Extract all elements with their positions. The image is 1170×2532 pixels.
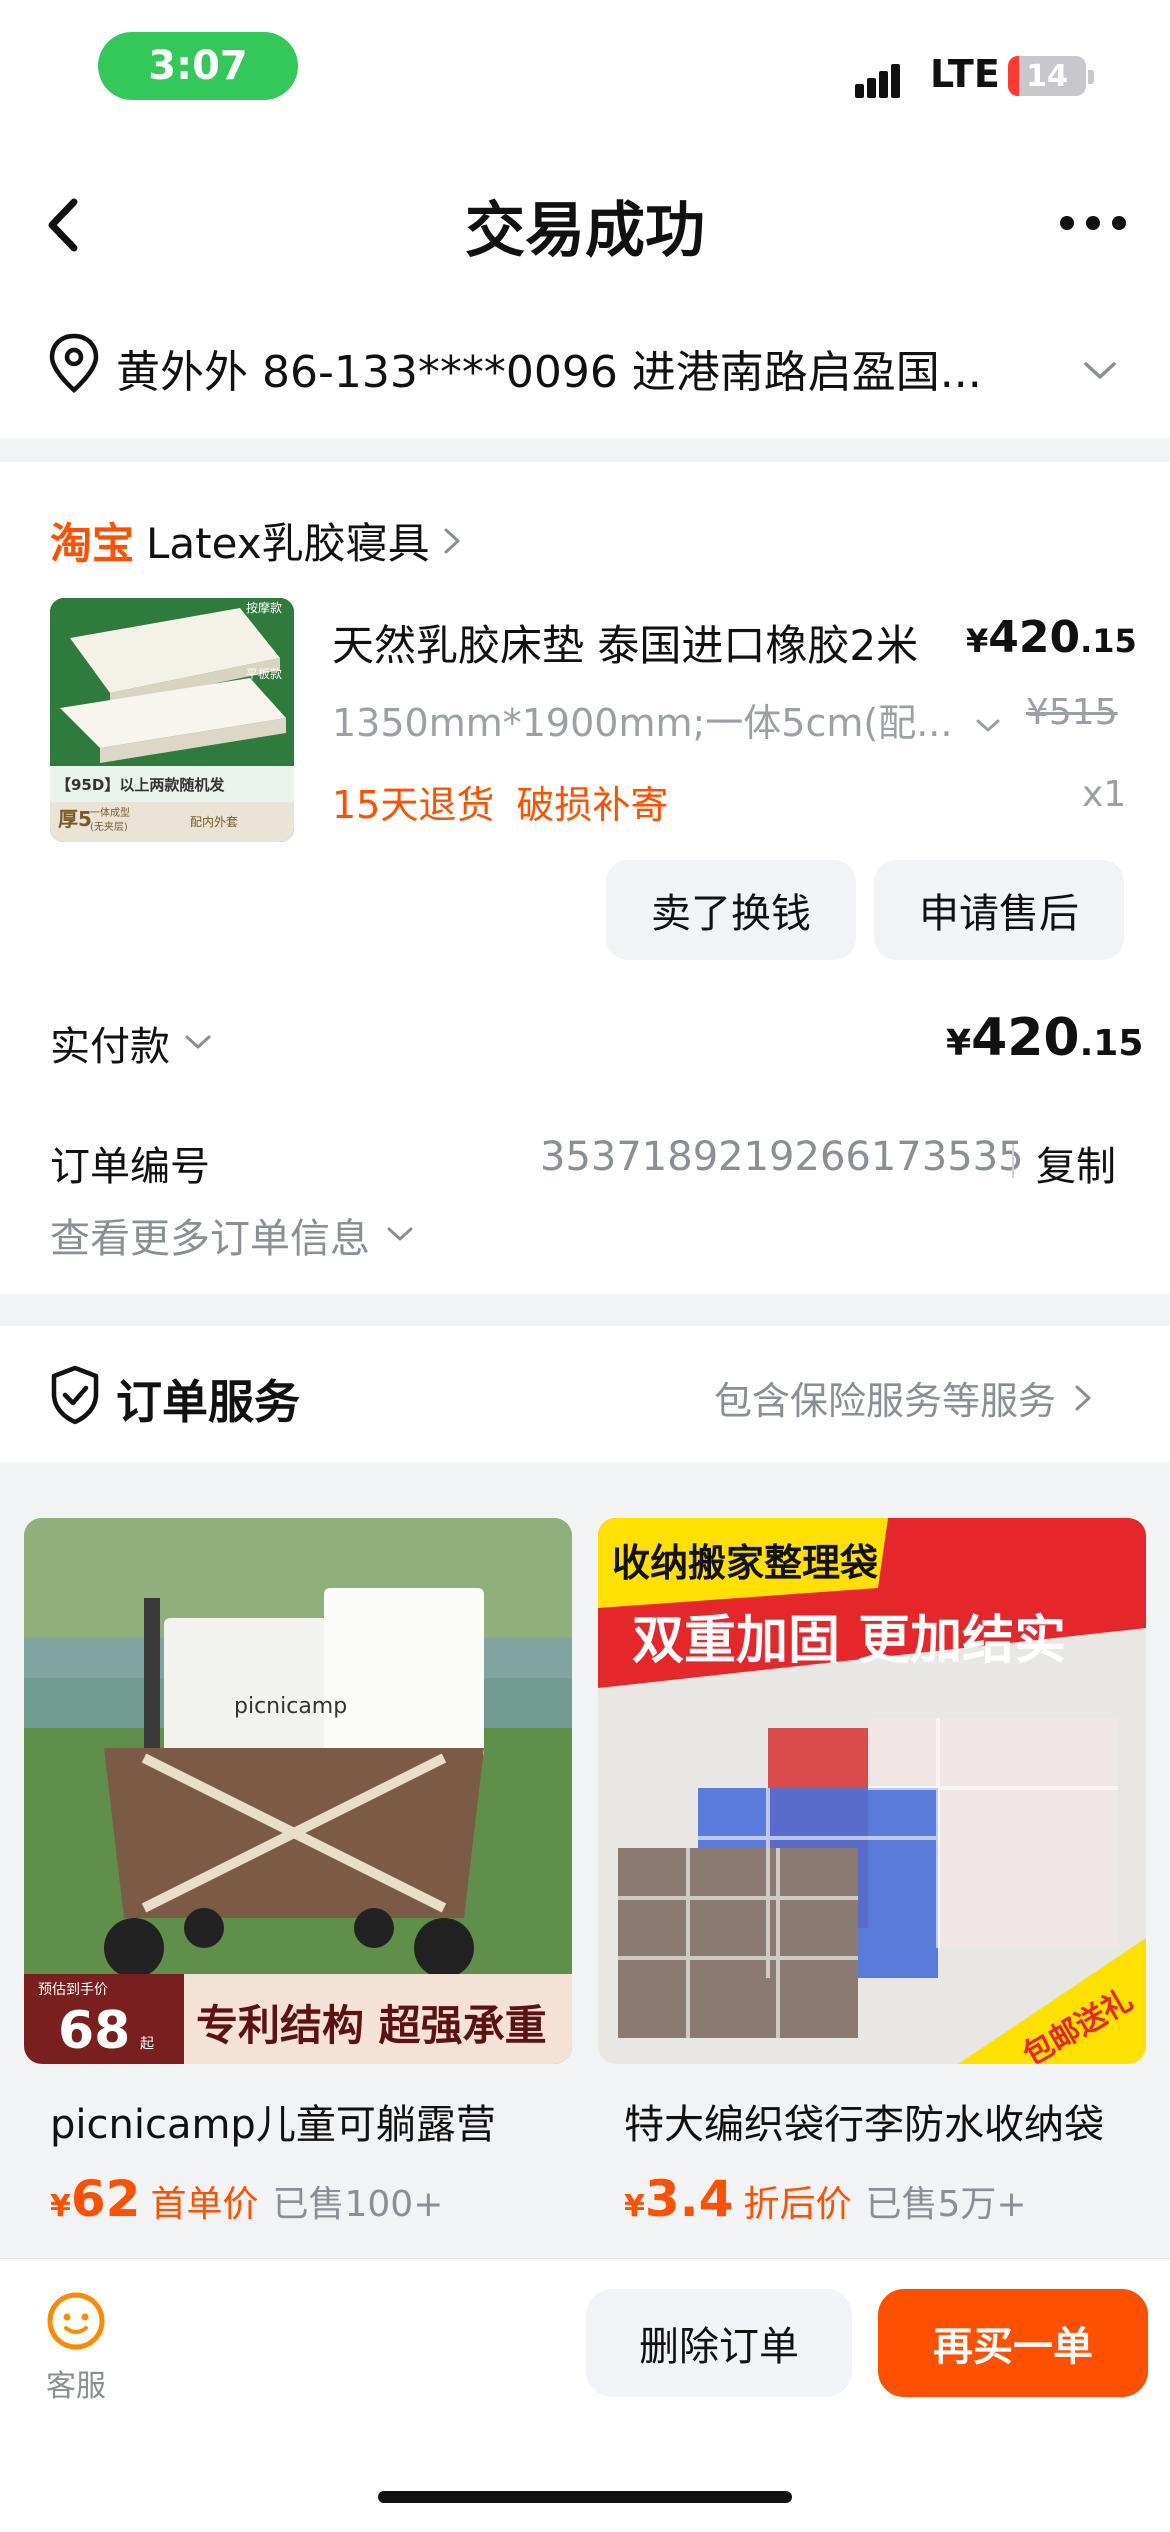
customer-service[interactable]: 客服 xyxy=(44,2291,108,2405)
product-price: ¥420.15 xyxy=(966,612,1137,663)
chevron-down-icon xyxy=(976,719,1000,731)
customer-service-label: 客服 xyxy=(46,2369,106,2404)
paid-dec: .15 xyxy=(1079,1023,1144,1064)
price-yen: ¥ xyxy=(966,622,989,660)
paid-int: 420 xyxy=(971,1008,1080,1068)
nav-bar: 交易成功 xyxy=(0,140,1170,310)
shop-name: Latex乳胶寝具 xyxy=(146,519,430,568)
yen-symbol: ¥ xyxy=(50,2189,71,2224)
recommend-price: 62 xyxy=(70,2170,141,2228)
product-title[interactable]: 天然乳胶床垫 泰国进口橡胶2米 xyxy=(332,612,918,673)
chevron-down-icon xyxy=(185,1035,211,1049)
rec2-img-slogan: 双重加固 更加结实 xyxy=(632,1611,1066,1671)
recommend-card[interactable]: 收纳搬家整理袋 双重加固 更加结实 包邮送礼 特大编织袋行李防水收纳袋 ¥3.4… xyxy=(598,1518,1146,2228)
recommend-price-line: ¥62 首单价 已售100+ xyxy=(24,2170,572,2228)
buy-again-button[interactable]: 再买一单 xyxy=(878,2289,1148,2397)
sold-count: 已售5万+ xyxy=(865,2184,1027,2225)
taobao-logo: 淘宝 xyxy=(50,519,135,568)
divider xyxy=(1012,1144,1014,1178)
service-tags: 15天退货 破损补寄 xyxy=(332,774,668,829)
thumb-banner: 【95D】以上两款随机发 xyxy=(56,776,225,794)
recommend-image: picnicamp 预估到手价 68 起 专利结构 超强承重 xyxy=(24,1518,572,2064)
recommend-name: picnicamp儿童可躺露营 xyxy=(50,2102,496,2148)
recommend-price-line: ¥3.4 折后价 已售5万+ xyxy=(598,2170,1146,2228)
original-price: ¥515 xyxy=(1026,692,1118,733)
order-number-label: 订单编号 xyxy=(50,1144,210,1190)
signal-icon xyxy=(855,64,900,98)
rec1-img-price: 68 xyxy=(58,2001,130,2061)
paid-amount: ¥420.15 xyxy=(946,1008,1143,1068)
price-int: 420 xyxy=(988,612,1081,663)
spec-text: 1350mm*1900mm;一体5cm(配... xyxy=(332,701,953,745)
rec1-img-slogan: 专利结构 超强承重 xyxy=(196,2001,547,2050)
tag-return: 15天退货 xyxy=(332,783,495,827)
recommend-price: 3.4 xyxy=(644,2170,734,2228)
battery-cap xyxy=(1088,70,1094,84)
delete-order-button[interactable]: 删除订单 xyxy=(586,2289,852,2397)
more-order-info[interactable]: 查看更多订单信息 xyxy=(50,1206,414,1264)
rec1-img-price-note: 预估到手价 xyxy=(38,1982,108,1998)
address-text: 黄外外 86-133****0096 进港南路启盈国... xyxy=(116,347,982,398)
chevron-down-icon[interactable] xyxy=(1082,360,1118,382)
thumb-note-2: 一体成型 xyxy=(90,806,130,819)
rec2-img-headline: 收纳搬家整理袋 xyxy=(612,1541,878,1585)
sold-count: 已售100+ xyxy=(272,2184,444,2225)
battery-percent: 14 xyxy=(1026,58,1068,94)
paid-yen: ¥ xyxy=(946,1023,972,1064)
network-type: LTE xyxy=(930,52,1000,96)
chevron-right-icon xyxy=(444,528,460,553)
order-service-row[interactable]: 订单服务 包含保险服务等服务 xyxy=(0,1326,1170,1462)
sell-button[interactable]: 卖了换钱 xyxy=(606,860,856,960)
more-order-info-text: 查看更多订单信息 xyxy=(50,1216,370,1262)
more-options-icon[interactable] xyxy=(1058,208,1128,238)
thumb-note-1: 厚5 xyxy=(58,807,92,831)
order-number: 3537189219266173535 xyxy=(540,1134,1024,1180)
product-spec[interactable]: 1350mm*1900mm;一体5cm(配... xyxy=(332,692,1001,747)
status-time: 3:07 xyxy=(98,32,298,100)
yen-symbol: ¥ xyxy=(624,2189,645,2224)
status-bar: 3:07 LTE 14 xyxy=(0,0,1170,140)
thumb-note-4: 配内外套 xyxy=(190,815,238,829)
recommend-card[interactable]: picnicamp 预估到手价 68 起 专利结构 超强承重 picnicamp… xyxy=(24,1518,572,2228)
order-service-summary-text: 包含保险服务等服务 xyxy=(714,1379,1057,1423)
tag-damage: 破损补寄 xyxy=(516,783,669,827)
thumb-note-3: (无夹层) xyxy=(90,820,128,833)
mattress-image: 按摩款 平板款 【95D】以上两款随机发 厚5 一体成型 (无夹层) 配内外套 xyxy=(50,598,294,842)
recommend-image: 收纳搬家整理袋 双重加固 更加结实 包邮送礼 xyxy=(598,1518,1146,2064)
recommend-name: 特大编织袋行李防水收纳袋 xyxy=(624,2102,1104,2148)
customer-service-icon xyxy=(47,2292,105,2350)
page-title: 交易成功 xyxy=(465,196,705,266)
price-dec: .15 xyxy=(1080,622,1137,660)
home-indicator[interactable] xyxy=(378,2491,792,2503)
location-pin-icon xyxy=(49,333,99,393)
bottom-action-bar: 客服 删除订单 再买一单 xyxy=(0,2258,1170,2532)
shipping-address[interactable]: 黄外外 86-133****0096 进港南路启盈国... xyxy=(0,310,1170,438)
order-service-label: 订单服务 xyxy=(116,1375,300,1429)
rec1-img-price-unit: 起 xyxy=(140,2036,154,2052)
price-tag: 折后价 xyxy=(743,2184,852,2225)
copy-button[interactable]: 复制 xyxy=(1036,1134,1116,1192)
after-sale-button[interactable]: 申请售后 xyxy=(874,860,1124,960)
order-card: 淘宝 Latex乳胶寝具 按摩款 平板款 【95D】以上两款随机发 厚5 一体成… xyxy=(0,462,1170,1294)
chevron-right-icon xyxy=(1075,1385,1091,1410)
product-thumbnail[interactable]: 按摩款 平板款 【95D】以上两款随机发 厚5 一体成型 (无夹层) 配内外套 xyxy=(50,598,294,842)
shop-link[interactable]: 淘宝 Latex乳胶寝具 xyxy=(50,510,464,571)
price-tag: 首单价 xyxy=(150,2184,259,2225)
battery-icon: 14 xyxy=(1008,56,1086,96)
paid-label[interactable]: 实付款 xyxy=(50,1014,212,1072)
paid-label-text: 实付款 xyxy=(50,1024,170,1070)
chevron-down-icon xyxy=(387,1227,413,1241)
shield-check-icon xyxy=(51,1365,99,1425)
rec1-img-brand: picnicamp xyxy=(234,1694,347,1719)
product-quantity: x1 xyxy=(1082,774,1127,815)
thumb-tag-2: 平板款 xyxy=(246,667,282,681)
order-service-summary[interactable]: 包含保险服务等服务 xyxy=(714,1370,1094,1425)
thumb-tag-1: 按摩款 xyxy=(246,600,282,615)
